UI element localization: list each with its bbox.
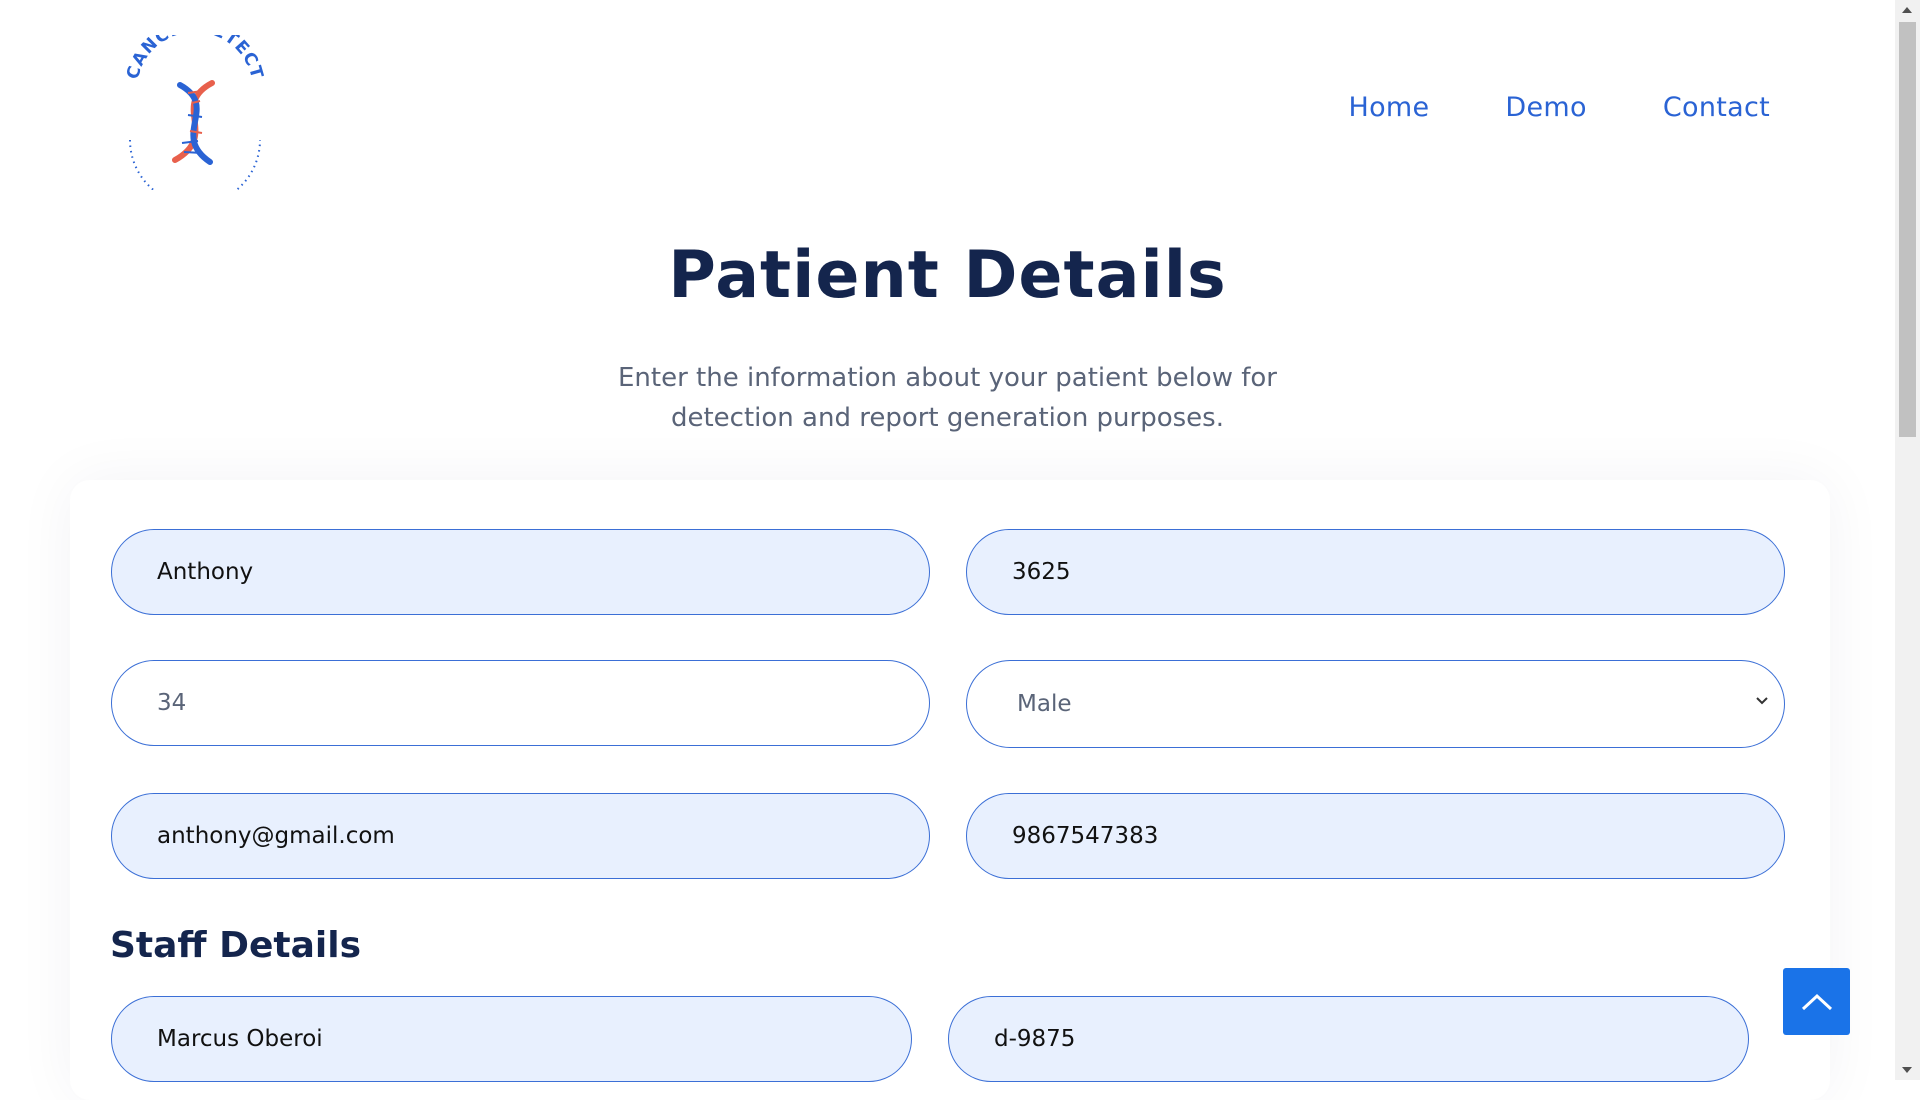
nav-home-link[interactable]: Home [1348, 92, 1429, 123]
scrollbar-thumb[interactable] [1899, 22, 1916, 437]
staff-id-input[interactable] [948, 996, 1749, 1082]
patient-phone-input[interactable] [966, 793, 1785, 879]
back-to-top-button[interactable] [1783, 968, 1850, 1035]
chevron-down-icon [1756, 697, 1768, 705]
main-nav: Home Demo Contact [1348, 92, 1770, 123]
gender-select[interactable]: Male [966, 660, 1785, 748]
scroll-up-arrow-icon[interactable] [1902, 7, 1912, 13]
chevron-up-icon [1801, 993, 1832, 1010]
vertical-scrollbar[interactable] [1895, 0, 1920, 1080]
subtitle-line-1: Enter the information about your patient… [617, 363, 1277, 393]
scroll-down-arrow-icon[interactable] [1902, 1067, 1912, 1073]
patient-id-input[interactable] [966, 529, 1785, 615]
logo-text: CANCERDETECT [123, 17, 266, 82]
patient-name-input[interactable] [111, 529, 930, 615]
gender-select-value: Male [1017, 691, 1072, 717]
nav-demo-link[interactable]: Demo [1505, 92, 1586, 123]
page-subtitle: Enter the information about your patient… [600, 358, 1295, 438]
svg-text:CANCERDETECT: CANCERDETECT [123, 35, 267, 82]
page-title: Patient Details [668, 238, 1227, 313]
subtitle-line-2: detection and report generation purposes… [670, 403, 1224, 433]
logo[interactable]: CANCERDETECT [120, 17, 270, 206]
dna-helix-icon: CANCERDETECT [123, 17, 267, 206]
patient-age-input[interactable] [111, 660, 930, 746]
nav-contact-link[interactable]: Contact [1663, 92, 1770, 123]
staff-name-input[interactable] [111, 996, 912, 1082]
patient-email-input[interactable] [111, 793, 930, 879]
staff-section-title: Staff Details [110, 925, 362, 966]
page: CANCERDETECT Home Demo Contact Patient D… [0, 0, 1895, 1082]
